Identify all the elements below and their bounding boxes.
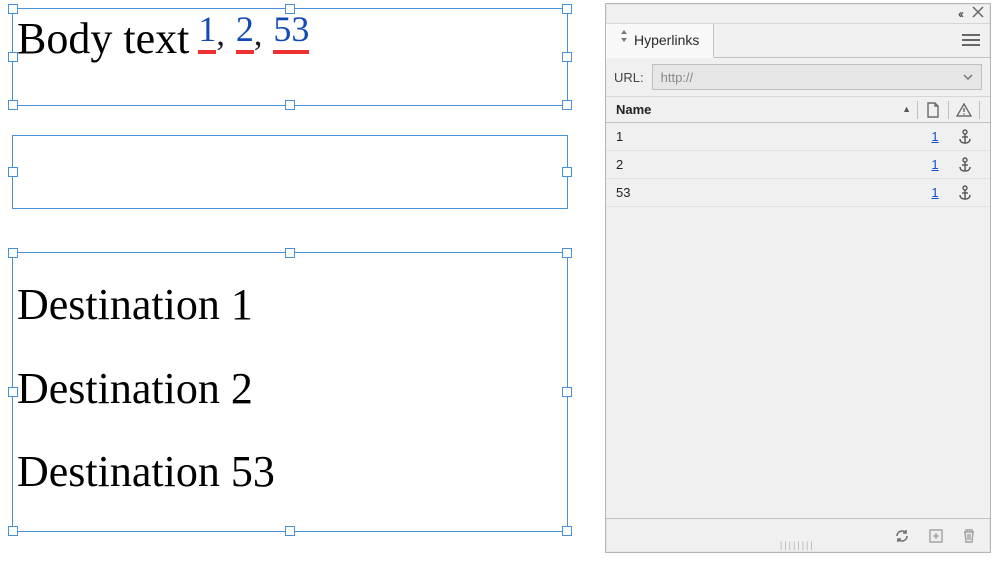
- column-status-icon[interactable]: [949, 103, 979, 117]
- frame-handle[interactable]: [8, 248, 18, 258]
- column-name-label: Name: [616, 102, 651, 117]
- url-placeholder: http://: [661, 70, 694, 85]
- destination-line: Destination 1: [17, 263, 563, 347]
- anchor-icon[interactable]: [950, 157, 980, 173]
- destination-line: Destination 53: [17, 430, 563, 514]
- body-text-content[interactable]: Body text 1, 2, 53: [13, 9, 567, 61]
- frame-handle[interactable]: [562, 387, 572, 397]
- delete-icon[interactable]: [962, 528, 976, 544]
- url-row: URL: http://: [606, 58, 990, 97]
- panel-menu-icon[interactable]: [952, 30, 990, 51]
- body-text-run: Body text: [17, 14, 189, 63]
- hyperlink-row[interactable]: 2 1: [606, 151, 990, 179]
- page-link[interactable]: 1: [931, 185, 938, 200]
- page-link[interactable]: 1: [931, 157, 938, 172]
- hyperlinks-list: 1 1 2 1 53 1: [606, 123, 990, 518]
- hyperlink-3[interactable]: 53: [273, 9, 309, 54]
- panel-titlebar: ‹‹: [606, 4, 990, 24]
- frame-handle[interactable]: [8, 387, 18, 397]
- tab-label: Hyperlinks: [634, 23, 699, 57]
- destinations-content[interactable]: Destination 1 Destination 2 Destination …: [13, 253, 567, 524]
- frame-handle[interactable]: [285, 526, 295, 536]
- list-header: Name ▲: [606, 97, 990, 123]
- hyperlinks-panel: ‹‹ Hyperlinks URL: http:// Name ▲: [605, 3, 991, 553]
- frame-handle[interactable]: [8, 52, 18, 62]
- frame-handle[interactable]: [285, 248, 295, 258]
- column-separator: [979, 101, 980, 119]
- updown-icon: [620, 23, 628, 57]
- hyperlink-1[interactable]: 1: [198, 9, 216, 54]
- frame-handle[interactable]: [8, 526, 18, 536]
- column-name[interactable]: Name: [616, 102, 902, 117]
- frame-handle[interactable]: [562, 248, 572, 258]
- collapse-icon[interactable]: ‹‹: [958, 7, 962, 21]
- url-input[interactable]: http://: [652, 64, 982, 90]
- tab-hyperlinks[interactable]: Hyperlinks: [606, 24, 714, 58]
- frame-handle[interactable]: [562, 4, 572, 14]
- frame-handle[interactable]: [8, 100, 18, 110]
- close-icon[interactable]: [972, 6, 984, 21]
- text-frame-body[interactable]: Body text 1, 2, 53: [12, 8, 568, 106]
- frame-handle[interactable]: [8, 4, 18, 14]
- hyperlink-row[interactable]: 53 1: [606, 179, 990, 207]
- row-name: 1: [616, 129, 920, 144]
- text-frame-empty[interactable]: [12, 135, 568, 209]
- frame-handle[interactable]: [285, 100, 295, 110]
- hyperlink-2[interactable]: 2: [236, 9, 254, 54]
- panel-tabs: Hyperlinks: [606, 24, 990, 58]
- frame-handle[interactable]: [562, 100, 572, 110]
- frame-handle[interactable]: [8, 167, 18, 177]
- superscript-group: 1, 2, 53: [189, 9, 309, 49]
- anchor-icon[interactable]: [950, 129, 980, 145]
- frame-handle[interactable]: [562, 52, 572, 62]
- refresh-icon[interactable]: [894, 528, 910, 544]
- frame-handle[interactable]: [562, 526, 572, 536]
- sort-asc-icon[interactable]: ▲: [902, 104, 911, 114]
- destination-line: Destination 2: [17, 347, 563, 431]
- chevron-down-icon[interactable]: [963, 71, 973, 83]
- page-link[interactable]: 1: [931, 129, 938, 144]
- column-page-icon[interactable]: [918, 102, 948, 118]
- new-hyperlink-icon[interactable]: [928, 528, 944, 544]
- text-frame-destinations[interactable]: Destination 1 Destination 2 Destination …: [12, 252, 568, 532]
- resize-grip[interactable]: ||||||||: [780, 540, 815, 550]
- url-label: URL:: [614, 70, 644, 85]
- hyperlink-row[interactable]: 1 1: [606, 123, 990, 151]
- frame-handle[interactable]: [562, 167, 572, 177]
- row-name: 53: [616, 185, 920, 200]
- row-name: 2: [616, 157, 920, 172]
- anchor-icon[interactable]: [950, 185, 980, 201]
